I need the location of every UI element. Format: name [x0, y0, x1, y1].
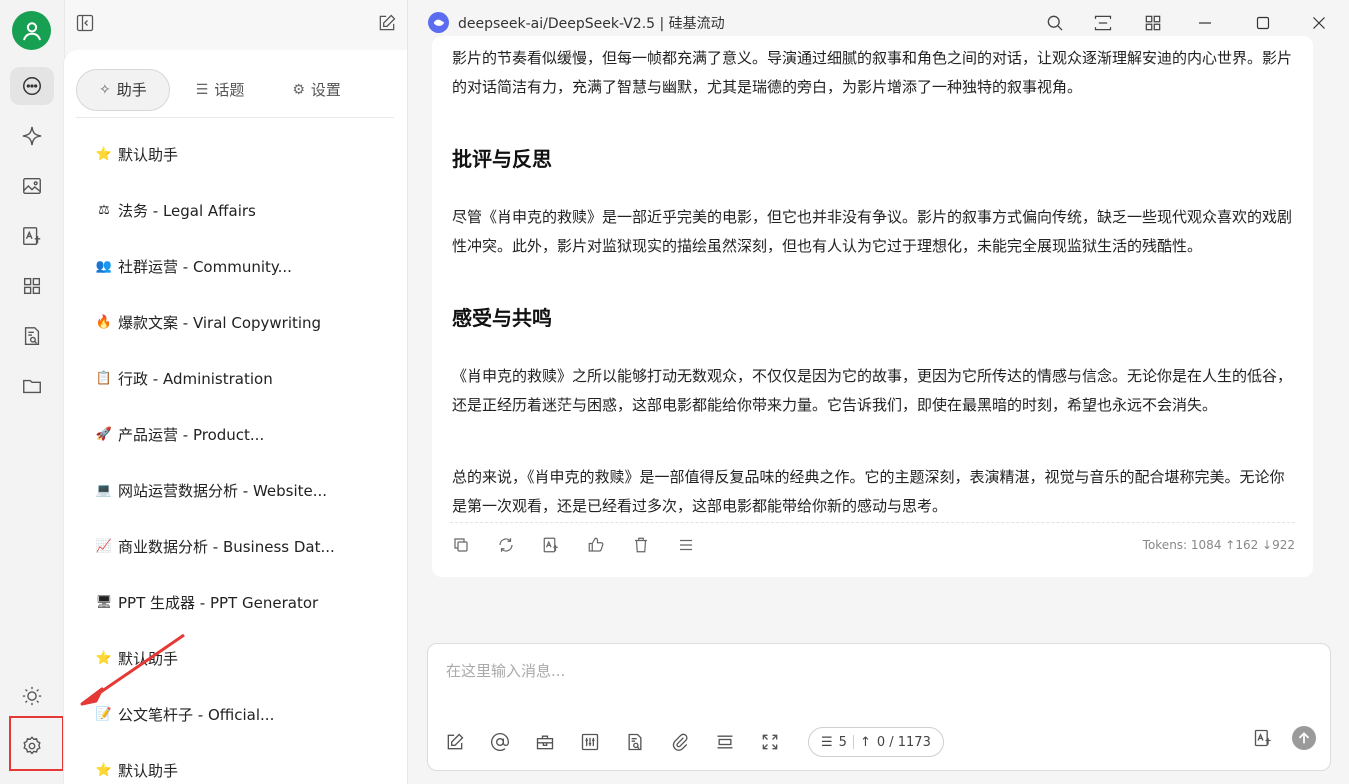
message-paragraph: 影片的节奏看似缓慢，但每一帧都充满了意义。导演通过细腻的叙事和角色之间的对话，让…: [452, 49, 1293, 96]
tab-assistants[interactable]: ✧ 助手: [76, 68, 170, 111]
translate-icon[interactable]: [540, 534, 562, 556]
maximize-icon[interactable]: [1252, 12, 1274, 34]
list-item[interactable]: ⭐ 默认助手: [64, 742, 408, 784]
chat-area: 影片的节奏看似缓慢，但每一帧都充满了意义。导演通过细腻的叙事和角色之间的对话，让…: [408, 36, 1349, 784]
new-topic-icon[interactable]: [444, 731, 466, 753]
star-icon: ⭐: [95, 146, 113, 162]
list-item[interactable]: 🔥 爆款文案 - Viral Copywriting: [64, 294, 408, 350]
fit-width-icon[interactable]: [1092, 12, 1114, 34]
list-item[interactable]: 📈 商业数据分析 - Business Dat...: [64, 518, 408, 574]
theme-sun-icon[interactable]: [10, 677, 54, 715]
context-count: 5: [838, 734, 847, 750]
new-topic-edit-icon[interactable]: [377, 13, 397, 33]
settings-gear-icon[interactable]: [10, 727, 54, 765]
input-toolbar: ☰ 5 ↑ 0 / 1173: [444, 727, 944, 757]
folder-icon[interactable]: [10, 367, 54, 405]
gear-icon: ⚙: [292, 81, 305, 98]
sliders-icon[interactable]: [579, 731, 601, 753]
search-icon[interactable]: [1044, 12, 1066, 34]
list-item[interactable]: 🖥 PPT 生成器 - PPT Generator: [64, 574, 408, 630]
apps-icon[interactable]: [10, 267, 54, 305]
star-icon: ⭐: [95, 762, 113, 778]
clipboard-icon: 📋: [95, 370, 113, 386]
minimize-icon[interactable]: [1194, 12, 1216, 34]
copy-icon[interactable]: [450, 534, 472, 556]
message-input[interactable]: [446, 656, 1306, 686]
arrow-up-icon: ↑: [859, 734, 871, 750]
mention-at-icon[interactable]: [489, 731, 511, 753]
fit-width-icon[interactable]: [714, 731, 736, 753]
regenerate-icon[interactable]: [495, 534, 517, 556]
section-heading: 感受与共鸣: [452, 306, 552, 330]
delete-icon[interactable]: [630, 534, 652, 556]
message-actions: [450, 534, 697, 556]
chat-icon[interactable]: [10, 67, 54, 105]
laptop-icon: 💻: [95, 482, 113, 498]
fire-icon: 🔥: [95, 314, 113, 330]
knowledge-search-icon[interactable]: [624, 731, 646, 753]
divider: [450, 522, 1295, 523]
context-list-icon: ☰: [821, 734, 833, 750]
section-heading: 批评与反思: [452, 147, 552, 171]
memo-icon: 📝: [95, 706, 113, 722]
annotation-arrow: [80, 633, 185, 706]
image-icon[interactable]: [10, 167, 54, 205]
list-item[interactable]: 💻 网站运营数据分析 - Website...: [64, 462, 408, 518]
message-paragraph: 尽管《肖申克的救赎》是一部近乎完美的电影，但它也并非没有争议。影片的叙事方式偏向…: [452, 208, 1293, 255]
user-avatar[interactable]: [12, 11, 51, 50]
tab-topics[interactable]: ☰ 话题: [174, 69, 267, 111]
message-paragraph: 总的来说，《肖申克的救赎》是一部值得反复品味的经典之作。它的主题深刻，表演精湛，…: [452, 468, 1285, 515]
thumbs-up-icon[interactable]: [585, 534, 607, 556]
knowledge-icon[interactable]: [10, 317, 54, 355]
token-count: 0 / 1173: [876, 734, 931, 750]
list-item[interactable]: 👥 社群运营 - Community...: [64, 238, 408, 294]
window-title: deepseek-ai/DeepSeek-V2.5 | 硅基流动: [458, 16, 725, 32]
sidebar-tabs: ✧ 助手 ☰ 话题 ⚙ 设置: [76, 62, 394, 118]
more-menu-icon[interactable]: [675, 534, 697, 556]
people-icon: 👥: [95, 258, 113, 274]
tab-settings[interactable]: ⚙ 设置: [270, 69, 363, 111]
toolbox-icon[interactable]: [534, 731, 556, 753]
chart-icon: 📈: [95, 538, 113, 554]
toggle-sidebar-icon[interactable]: [75, 13, 95, 33]
context-token-counter[interactable]: ☰ 5 ↑ 0 / 1173: [808, 727, 944, 757]
rocket-icon: 🚀: [95, 426, 113, 442]
translate-input-icon[interactable]: [1252, 727, 1274, 749]
deepseek-logo-icon: [428, 12, 449, 33]
message-input-box: ☰ 5 ↑ 0 / 1173: [427, 643, 1331, 771]
list-item[interactable]: ⭐ 默认助手: [64, 126, 408, 182]
message-paragraph: 《肖申克的救赎》之所以能够打动无数观众，不仅仅是因为它的故事，更因为它所传达的情…: [452, 367, 1293, 414]
monitor-icon: 🖥: [95, 594, 113, 610]
icon-rail: [0, 0, 64, 784]
token-usage: Tokens: 1084 ↑162 ↓922: [1142, 538, 1295, 552]
pill-separator: [852, 735, 854, 749]
translate-icon[interactable]: [10, 217, 54, 255]
layout-grid-icon[interactable]: [1142, 12, 1164, 34]
list-item[interactable]: 🚀 产品运营 - Product...: [64, 406, 408, 462]
sparkle-icon: ✧: [99, 81, 111, 98]
send-button[interactable]: [1292, 726, 1316, 750]
expand-icon[interactable]: [759, 731, 781, 753]
close-icon[interactable]: [1308, 12, 1330, 34]
list-icon: ☰: [195, 81, 209, 98]
list-item[interactable]: ⚖ 法务 - Legal Affairs: [64, 182, 408, 238]
attachment-icon[interactable]: [669, 731, 691, 753]
sparkle-icon[interactable]: [10, 117, 54, 155]
assistant-message-card: 影片的节奏看似缓慢，但每一帧都充满了意义。导演通过细腻的叙事和角色之间的对话，让…: [432, 36, 1313, 577]
list-item[interactable]: 📋 行政 - Administration: [64, 350, 408, 406]
scales-icon: ⚖: [98, 202, 110, 218]
